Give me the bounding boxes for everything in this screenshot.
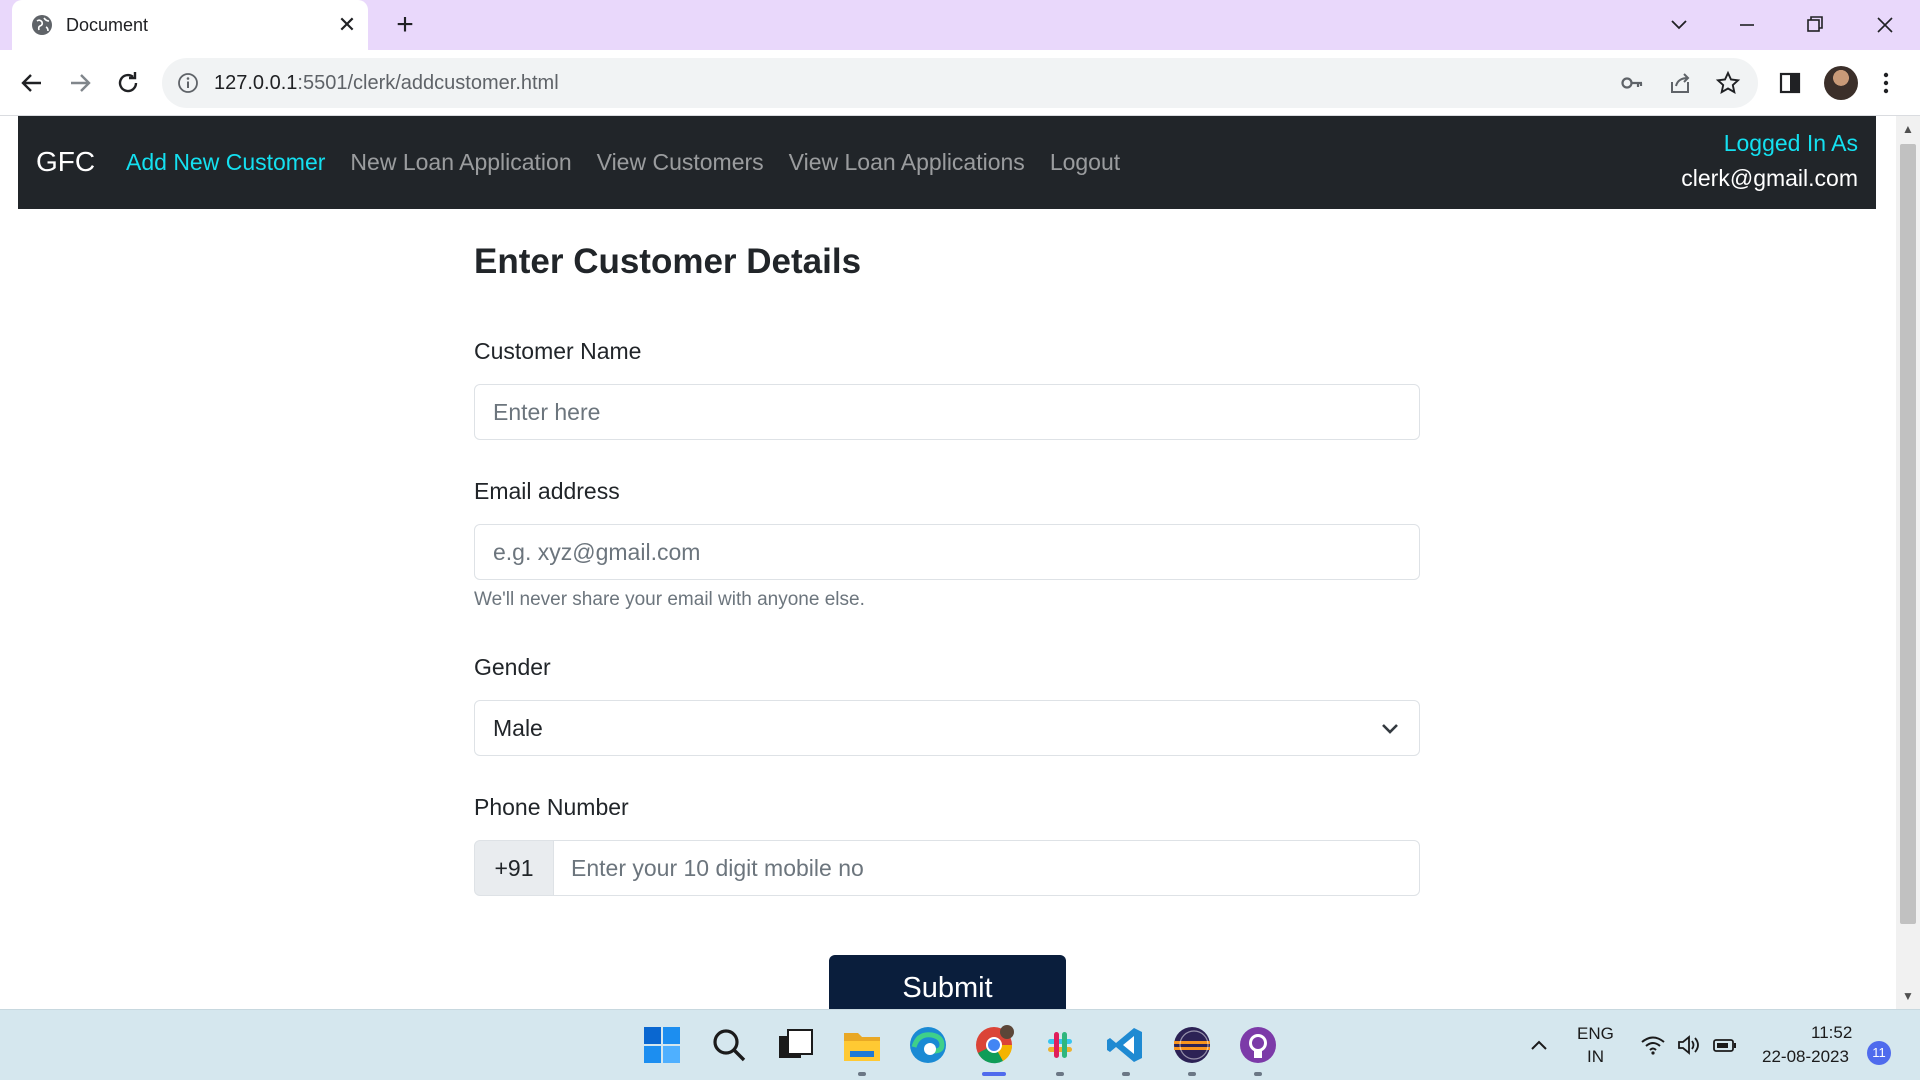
close-tab-icon[interactable]: ✕ <box>334 12 360 38</box>
nav-view-customers[interactable]: View Customers <box>597 149 764 176</box>
logged-in-email: clerk@gmail.com <box>1681 165 1858 191</box>
browser-tab[interactable]: Document ✕ <box>12 0 368 50</box>
file-explorer-icon[interactable] <box>840 1023 884 1076</box>
task-view-icon[interactable] <box>773 1023 817 1067</box>
tab-search-chevron-icon[interactable] <box>1662 8 1696 42</box>
menu-kebab-icon[interactable] <box>1866 63 1906 103</box>
profile-avatar[interactable] <box>1824 66 1858 100</box>
url-text: 127.0.0.1:5501/clerk/addcustomer.html <box>214 72 559 95</box>
form-title: Enter Customer Details <box>474 242 862 281</box>
gender-select[interactable]: Male <box>474 700 1420 756</box>
windows-taskbar: ENG IN 11:52 22-08-2023 11 <box>0 1009 1920 1080</box>
running-indicator <box>1254 1072 1262 1076</box>
email-help-text: We'll never share your email with anyone… <box>474 589 865 610</box>
bookmark-star-icon[interactable] <box>1714 69 1742 97</box>
page-viewport: GFC Add New Customer New Loan Applicatio… <box>0 116 1896 1009</box>
battery-icon[interactable] <box>1712 1034 1738 1056</box>
active-indicator <box>982 1072 1006 1076</box>
customer-name-label: Customer Name <box>474 338 642 364</box>
url-path: :5501/clerk/addcustomer.html <box>297 72 559 94</box>
running-indicator <box>1122 1072 1130 1076</box>
notification-badge[interactable]: 11 <box>1867 1041 1891 1065</box>
phone-input[interactable] <box>553 840 1420 896</box>
running-indicator <box>1056 1072 1064 1076</box>
share-icon[interactable] <box>1666 69 1694 97</box>
start-icon[interactable] <box>640 1023 684 1067</box>
tab-title: Document <box>66 15 149 35</box>
brand-logo[interactable]: GFC <box>36 146 95 178</box>
key-icon[interactable] <box>1618 69 1646 97</box>
nav-logout[interactable]: Logout <box>1050 149 1120 176</box>
address-bar[interactable]: 127.0.0.1:5501/clerk/addcustomer.html <box>162 58 1758 108</box>
back-icon[interactable] <box>12 63 52 103</box>
clock-time[interactable]: 11:52 <box>1811 1023 1852 1043</box>
restore-icon[interactable] <box>1798 8 1832 42</box>
nav-links: Add New Customer New Loan Application Vi… <box>126 149 1145 176</box>
globe-icon <box>32 15 52 35</box>
site-info-icon[interactable] <box>176 71 200 95</box>
chrome-icon[interactable] <box>972 1023 1016 1076</box>
scroll-up-arrow-icon[interactable]: ▲ <box>1902 122 1914 136</box>
clock-date[interactable]: 22-08-2023 <box>1762 1047 1849 1067</box>
minimize-icon[interactable] <box>1730 8 1764 42</box>
volume-icon[interactable] <box>1676 1034 1702 1056</box>
scroll-down-arrow-icon[interactable]: ▼ <box>1902 989 1914 1003</box>
customer-name-input[interactable] <box>474 384 1420 440</box>
reload-icon[interactable] <box>108 63 148 103</box>
chevron-down-icon <box>1382 724 1398 734</box>
close-window-icon[interactable] <box>1868 8 1902 42</box>
nav-view-loan-applications[interactable]: View Loan Applications <box>789 149 1025 176</box>
running-indicator <box>858 1072 866 1076</box>
phone-prefix: +91 <box>474 840 554 896</box>
search-icon[interactable] <box>707 1023 751 1067</box>
language-indicator[interactable]: ENG <box>1577 1024 1614 1044</box>
side-panel-icon[interactable] <box>1770 63 1810 103</box>
logged-in-info: Logged In As clerk@gmail.com <box>1681 130 1858 192</box>
new-tab-icon[interactable]: + <box>390 10 420 40</box>
gender-label: Gender <box>474 654 551 680</box>
submit-button[interactable]: Submit <box>829 955 1066 1009</box>
slack-icon[interactable] <box>1038 1023 1082 1076</box>
nav-new-loan-application[interactable]: New Loan Application <box>350 149 571 176</box>
chevron-up-icon[interactable] <box>1526 1034 1552 1056</box>
scroll-thumb[interactable] <box>1900 144 1916 924</box>
wifi-icon[interactable] <box>1640 1034 1666 1056</box>
running-indicator <box>1188 1072 1196 1076</box>
page-scrollbar[interactable]: ▲ ▼ <box>1896 116 1920 1009</box>
email-input[interactable] <box>474 524 1420 580</box>
site-navbar: GFC Add New Customer New Loan Applicatio… <box>18 116 1876 209</box>
gender-selected-value: Male <box>493 715 543 741</box>
browser-toolbar: 127.0.0.1:5501/clerk/addcustomer.html <box>0 50 1920 116</box>
vscode-icon[interactable] <box>1104 1023 1148 1076</box>
edge-icon[interactable] <box>906 1023 950 1067</box>
github-desktop-icon[interactable] <box>1236 1023 1280 1076</box>
logged-in-label: Logged In As <box>1723 130 1858 156</box>
url-host: 127.0.0.1 <box>214 72 298 94</box>
region-indicator[interactable]: IN <box>1587 1047 1604 1067</box>
eclipse-icon[interactable] <box>1170 1023 1214 1076</box>
nav-add-new-customer[interactable]: Add New Customer <box>126 149 325 176</box>
browser-tab-strip: Document ✕ + <box>0 0 1920 50</box>
phone-label: Phone Number <box>474 794 629 820</box>
email-label: Email address <box>474 478 620 504</box>
forward-icon[interactable] <box>60 63 100 103</box>
